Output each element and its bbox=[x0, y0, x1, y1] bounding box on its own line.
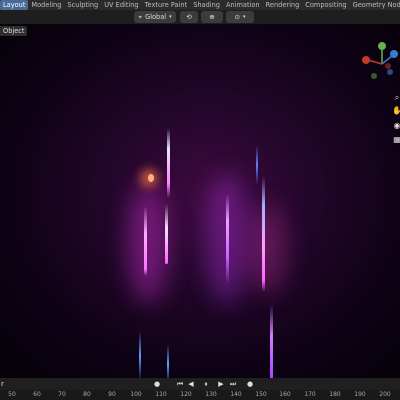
tab-compositing[interactable]: Compositing bbox=[302, 0, 349, 10]
tab-shading[interactable]: Shading bbox=[190, 0, 223, 10]
chevron-down-icon: ▾ bbox=[169, 14, 172, 20]
keyframe-icon[interactable]: ● bbox=[245, 379, 255, 389]
proportional-edit-button[interactable]: ⊙ ▾ bbox=[226, 11, 254, 23]
light-streak bbox=[165, 204, 168, 264]
pan-hand-icon[interactable]: ✋ bbox=[392, 106, 400, 116]
frame-tick: 80 bbox=[83, 391, 91, 398]
jump-end-icon[interactable]: ⏭ bbox=[228, 379, 238, 389]
tab-animation[interactable]: Animation bbox=[223, 0, 263, 10]
frame-tick: 60 bbox=[33, 391, 41, 398]
proportional-edit-icon: ⊙ bbox=[234, 13, 240, 21]
light-streak bbox=[270, 304, 273, 378]
frame-tick: 160 bbox=[279, 391, 291, 398]
light-streak bbox=[167, 344, 169, 378]
magenta-glow-left bbox=[128, 184, 168, 304]
pink-glow-right bbox=[250, 204, 286, 294]
axis-gizmo-icon[interactable] bbox=[358, 40, 398, 84]
timeline-left-label: r bbox=[1, 380, 4, 388]
frame-tick: 70 bbox=[58, 391, 66, 398]
light-streak bbox=[226, 194, 229, 284]
object-mode-label: Object bbox=[0, 26, 28, 36]
light-point bbox=[148, 174, 154, 182]
frame-tick: 130 bbox=[205, 391, 217, 398]
tab-modeling[interactable]: Modeling bbox=[28, 0, 64, 10]
transform-pivot-icon: ⌖ bbox=[138, 12, 143, 21]
light-streak bbox=[144, 206, 147, 276]
grid-icon[interactable]: ▦ bbox=[392, 135, 400, 145]
keyframe-icon[interactable]: ● bbox=[152, 379, 162, 389]
frame-tick: 200 bbox=[379, 391, 391, 398]
frame-tick: 190 bbox=[354, 391, 366, 398]
frame-tick: 140 bbox=[230, 391, 242, 398]
light-streak bbox=[167, 128, 170, 198]
camera-icon[interactable]: ◉ bbox=[392, 121, 400, 131]
frame-tick: 120 bbox=[180, 391, 192, 398]
tab-geometry-nodes[interactable]: Geometry Nodes bbox=[350, 0, 400, 10]
frame-ruler[interactable]: 50 60 70 80 90 100 110 120 130 140 150 1… bbox=[0, 390, 400, 400]
frame-tick: 100 bbox=[130, 391, 142, 398]
frame-tick: 180 bbox=[329, 391, 341, 398]
frame-tick: 110 bbox=[155, 391, 167, 398]
pivot-icon: ⟲ bbox=[186, 13, 192, 21]
step-back-icon[interactable]: ◀ bbox=[186, 379, 196, 389]
playback-controls: r ● ⏮ ◀ ⏸ ▶ ⏭ ● bbox=[0, 378, 400, 390]
snap-button[interactable]: ⊕ bbox=[201, 11, 223, 23]
tab-sculpting[interactable]: Sculpting bbox=[64, 0, 101, 10]
tab-texture-paint[interactable]: Texture Paint bbox=[142, 0, 191, 10]
chevron-down-icon: ▾ bbox=[243, 14, 246, 20]
workspace-tab-bar: Layout Modeling Sculpting UV Editing Tex… bbox=[0, 0, 400, 10]
frame-tick: 170 bbox=[304, 391, 316, 398]
tab-rendering[interactable]: Rendering bbox=[263, 0, 303, 10]
light-streak bbox=[262, 176, 265, 292]
viewport-header: ⌖ Global ▾ ⟲ ⊕ ⊙ ▾ bbox=[0, 10, 400, 24]
snap-icon: ⊕ bbox=[209, 13, 215, 21]
orientation-dropdown[interactable]: ⌖ Global ▾ bbox=[134, 11, 176, 23]
pivot-point-button[interactable]: ⟲ bbox=[180, 11, 198, 23]
pause-icon[interactable]: ⏸ bbox=[201, 379, 211, 389]
frame-tick: 50 bbox=[8, 391, 16, 398]
frame-tick: 90 bbox=[108, 391, 116, 398]
timeline: r ● ⏮ ◀ ⏸ ▶ ⏭ ● 50 60 70 80 90 100 110 1… bbox=[0, 378, 400, 400]
zoom-icon[interactable]: ⌕ bbox=[392, 93, 400, 103]
tab-layout[interactable]: Layout bbox=[0, 0, 29, 10]
3d-viewport[interactable]: ⌕ ✋ ◉ ▦ bbox=[0, 24, 400, 378]
light-streak bbox=[139, 331, 141, 378]
step-forward-icon[interactable]: ▶ bbox=[216, 379, 226, 389]
light-streak bbox=[256, 145, 258, 185]
jump-start-icon[interactable]: ⏮ bbox=[175, 379, 185, 389]
frame-tick: 150 bbox=[255, 391, 267, 398]
tab-uv-editing[interactable]: UV Editing bbox=[101, 0, 141, 10]
orientation-label: Global bbox=[145, 13, 167, 21]
